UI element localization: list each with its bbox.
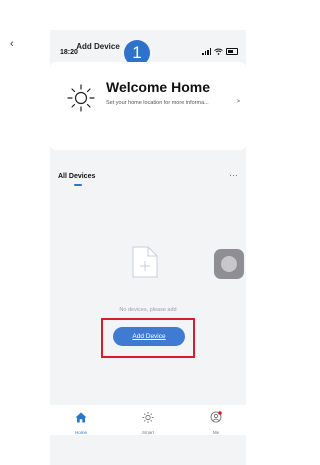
sun-icon	[67, 84, 95, 112]
tab-underline	[74, 184, 82, 186]
tab-home[interactable]: Home	[61, 410, 101, 435]
home-icon	[75, 412, 87, 423]
tab-all-devices[interactable]: All Devices	[58, 173, 95, 180]
page-title: Add Device	[76, 42, 120, 51]
tab-home-label: Home	[74, 430, 87, 435]
status-icons	[202, 48, 238, 55]
wifi-icon	[214, 48, 223, 55]
tab-bar: Home Smart Me	[50, 405, 246, 435]
tab-smart[interactable]: Smart	[128, 410, 168, 435]
battery-icon	[226, 48, 238, 55]
add-device-button[interactable]: Add Device	[113, 327, 185, 346]
welcome-subtitle: Set your home location for more informa.…	[106, 100, 209, 106]
assistive-touch-button[interactable]	[214, 249, 244, 279]
tab-me[interactable]: Me	[196, 410, 236, 435]
user-icon	[210, 411, 222, 423]
empty-state-text: No devices, please add	[119, 307, 177, 313]
more-icon[interactable]: ···	[229, 170, 238, 180]
sun-icon	[142, 412, 154, 423]
tab-smart-label: Smart	[141, 430, 154, 435]
tab-me-label: Me	[212, 430, 220, 435]
file-add-icon	[132, 246, 158, 278]
welcome-card[interactable]: Welcome Home Set your home location for …	[50, 62, 246, 150]
signal-icon	[202, 48, 211, 55]
chevron-right-icon: >	[236, 99, 240, 105]
welcome-title: Welcome Home	[106, 79, 210, 95]
